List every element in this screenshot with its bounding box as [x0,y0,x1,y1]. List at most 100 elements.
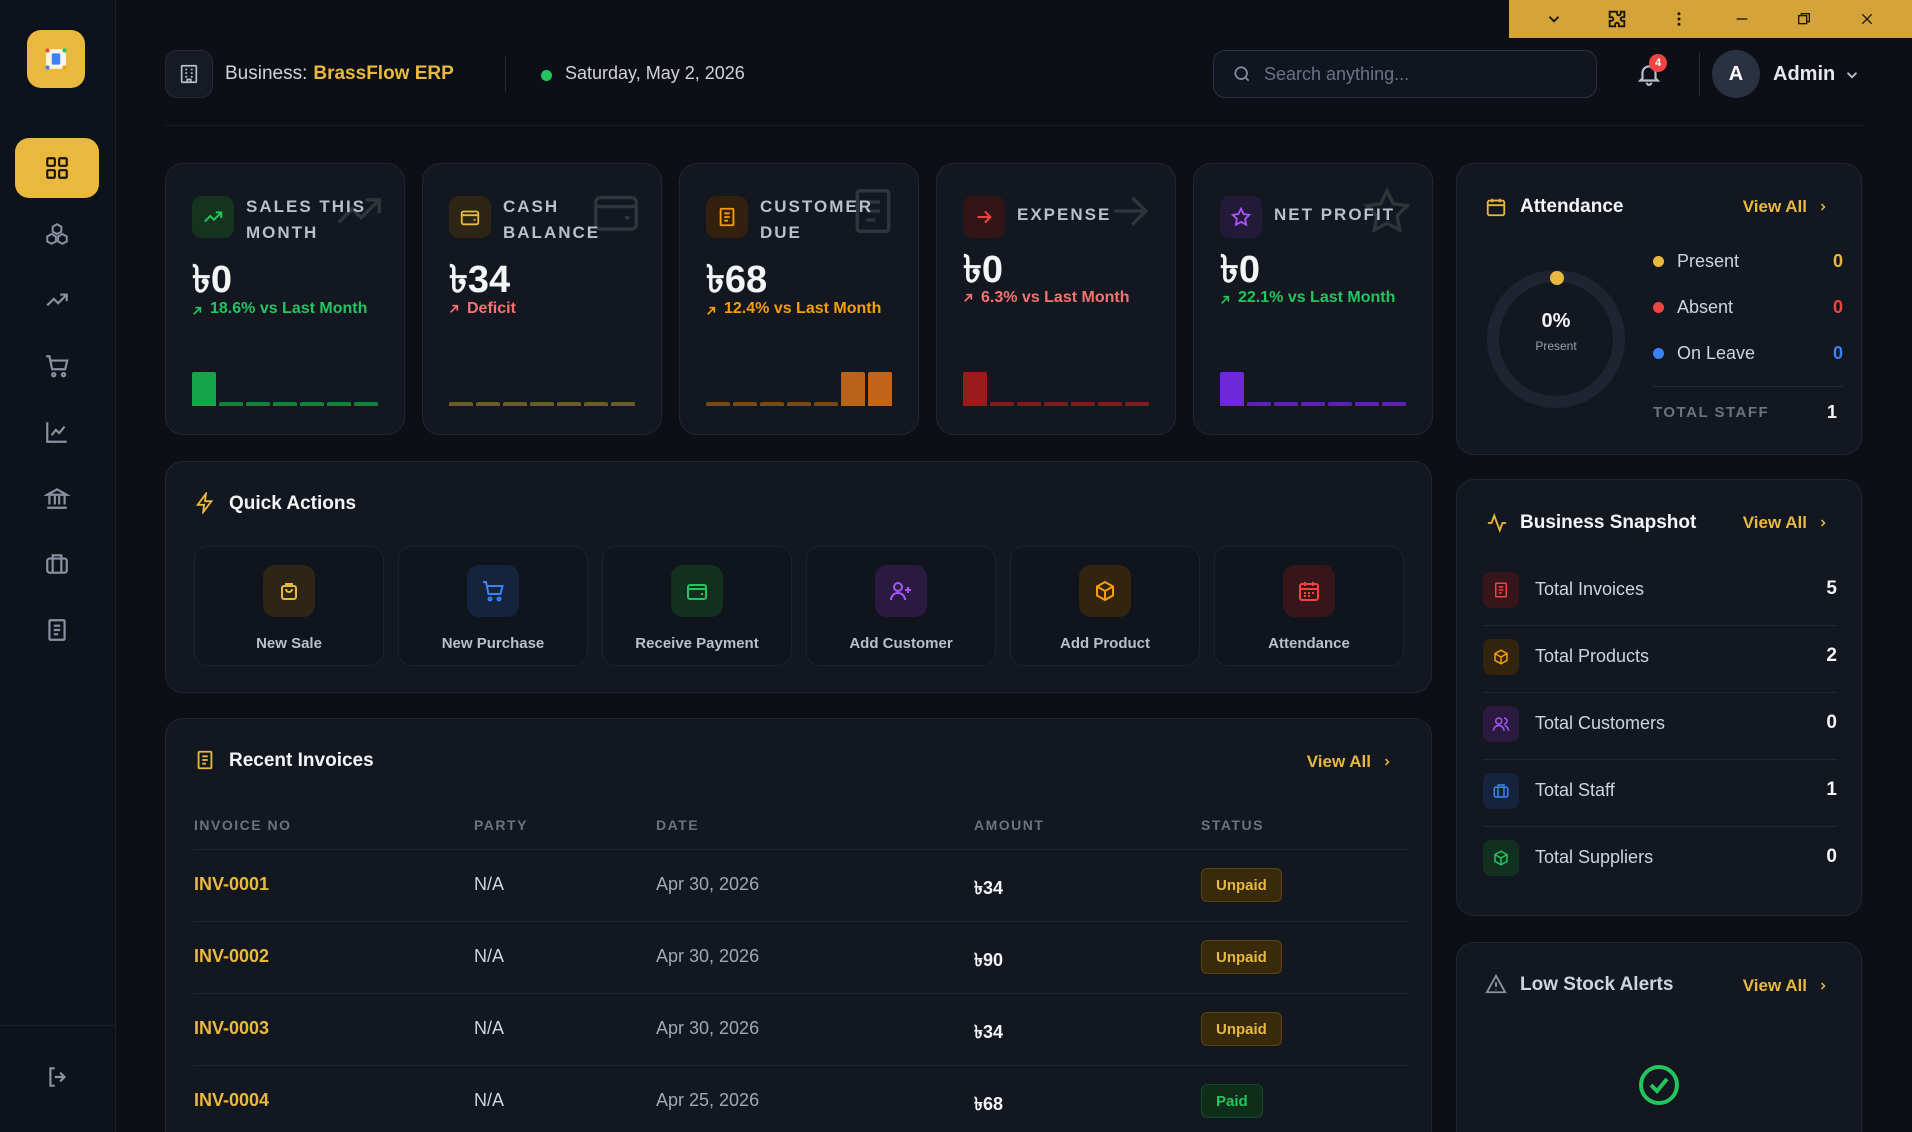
snapshot-row-invoices[interactable]: Total Invoices 5 [1483,560,1837,626]
invoice-number[interactable]: INV-0001 [194,874,269,895]
user-plus-icon [875,565,927,617]
stat-card-net-profit[interactable]: NET PROFIT ৳0 22.1% vs Last Month [1193,163,1433,435]
stat-card-cash[interactable]: CASH BALANCE ৳34 Deficit [422,163,662,435]
spark-bar [557,402,581,406]
sidebar-item-purchases[interactable] [15,336,99,396]
logout-button[interactable] [38,1062,78,1092]
snapshot-row-products[interactable]: Total Products 2 [1483,627,1837,693]
table-row[interactable]: INV-0004 N/A Apr 25, 2026 ৳68 Paid [194,1065,1407,1132]
low-stock-panel: Low Stock Alerts View All [1456,942,1862,1132]
spark-bar [1355,402,1379,406]
chevron-right-icon [1817,201,1829,213]
sidebar-item-invoices[interactable] [15,600,99,660]
spark-bar [354,402,378,406]
column-header: AMOUNT [974,817,1045,833]
avatar[interactable]: A [1712,50,1760,98]
section-title: Business Snapshot [1520,512,1697,533]
sidebar-item-dashboard[interactable] [15,138,99,198]
notifications-button[interactable]: 4 [1629,54,1669,94]
recent-invoices-panel: Recent Invoices View All INVOICE NO PART… [165,718,1432,1132]
package-icon [1483,840,1519,876]
receipt-icon [706,196,748,238]
stat-card-sales[interactable]: SALES THIS MONTH ৳0 18.6% vs Last Month [165,163,405,435]
view-all-attendance-link[interactable]: View All [1743,197,1829,217]
close-icon[interactable] [1849,4,1885,34]
snapshot-row-staff[interactable]: Total Staff 1 [1483,761,1837,827]
window-controls [1509,0,1912,38]
column-header: PARTY [474,817,528,833]
table-row[interactable]: INV-0003 N/A Apr 30, 2026 ৳34 Unpaid [194,993,1407,1065]
table-row[interactable]: INV-0001 N/A Apr 30, 2026 ৳34 Unpaid [194,849,1407,921]
chevron-right-icon [1381,756,1393,768]
check-circle-icon [1635,1061,1683,1114]
invoice-number[interactable]: INV-0004 [194,1090,269,1111]
more-vert-icon[interactable] [1661,4,1697,34]
lightning-icon [194,492,216,514]
search-icon [1232,64,1252,84]
search-box[interactable] [1213,50,1597,98]
header-divider [1699,52,1700,96]
invoice-date: Apr 30, 2026 [656,1018,760,1038]
invoice-date: Apr 25, 2026 [656,1090,760,1110]
sidebar-item-banking[interactable] [15,468,99,528]
legend-dot [1653,302,1664,313]
section-title: Recent Invoices [229,750,374,771]
app-logo[interactable] [27,30,85,88]
stat-label: CUSTOMER DUE [760,197,873,242]
arrow-up-right-icon [192,306,202,322]
attendance-panel: Attendance View All 0% Present Present 0… [1456,163,1862,455]
add-customer-button[interactable]: Add Customer [806,546,996,666]
search-input[interactable] [1264,63,1574,85]
donut-marker [1550,271,1564,285]
stat-sparkline [449,366,635,406]
view-all-low-stock-link[interactable]: View All [1743,976,1829,996]
status-badge: Paid [1201,1084,1263,1118]
new-sale-button[interactable]: New Sale [194,546,384,666]
sidebar-item-reports[interactable] [15,402,99,462]
invoice-number[interactable]: INV-0002 [194,946,269,967]
spark-bar [584,402,608,406]
view-all-invoices-link[interactable]: View All [1307,752,1393,772]
sidebar-item-sales[interactable] [15,270,99,330]
minimize-icon[interactable] [1724,4,1760,34]
new-purchase-button[interactable]: New Purchase [398,546,588,666]
status-dot [541,70,552,81]
extension-icon[interactable] [1599,4,1635,34]
wallet-icon [671,565,723,617]
view-all-snapshot-link[interactable]: View All [1743,513,1829,533]
status-badge: Unpaid [1201,1012,1282,1046]
cart-icon [467,565,519,617]
add-product-button[interactable]: Add Product [1010,546,1200,666]
spark-bar [327,402,351,406]
spark-bar [1044,402,1068,406]
section-title: Low Stock Alerts [1520,974,1674,995]
warning-icon [1485,973,1507,995]
header-divider [505,56,506,92]
user-name[interactable]: Admin [1773,63,1835,86]
business-name: BrassFlow ERP [313,63,454,84]
restore-icon[interactable] [1786,4,1822,34]
sidebar-item-staff[interactable] [15,534,99,594]
chevron-down-icon[interactable] [1843,66,1861,84]
notification-badge: 4 [1649,54,1667,72]
chevron-down-icon[interactable] [1536,4,1572,34]
sidebar-item-inventory[interactable] [15,204,99,264]
snapshot-row-customers[interactable]: Total Customers 0 [1483,694,1837,760]
table-row[interactable]: INV-0002 N/A Apr 30, 2026 ৳90 Unpaid [194,921,1407,993]
spark-bar [760,402,784,406]
staff-briefcase-icon [46,554,68,574]
attendance-button[interactable]: Attendance [1214,546,1404,666]
spark-bar [1328,402,1352,406]
spark-bar [1220,372,1244,406]
stat-card-customer-due[interactable]: CUSTOMER DUE ৳68 12.4% vs Last Month [679,163,919,435]
section-title: Quick Actions [229,493,357,514]
spark-bar [868,372,892,406]
stat-change: 22.1% vs Last Month [1220,285,1420,311]
invoice-number[interactable]: INV-0003 [194,1018,269,1039]
spark-bar [449,402,473,406]
logo-icon [45,48,67,70]
inventory-icon [46,223,68,245]
receive-payment-button[interactable]: Receive Payment [602,546,792,666]
stat-card-expense[interactable]: EXPENSE ৳0 6.3% vs Last Month [936,163,1176,435]
snapshot-row-suppliers[interactable]: Total Suppliers 0 [1483,828,1837,894]
